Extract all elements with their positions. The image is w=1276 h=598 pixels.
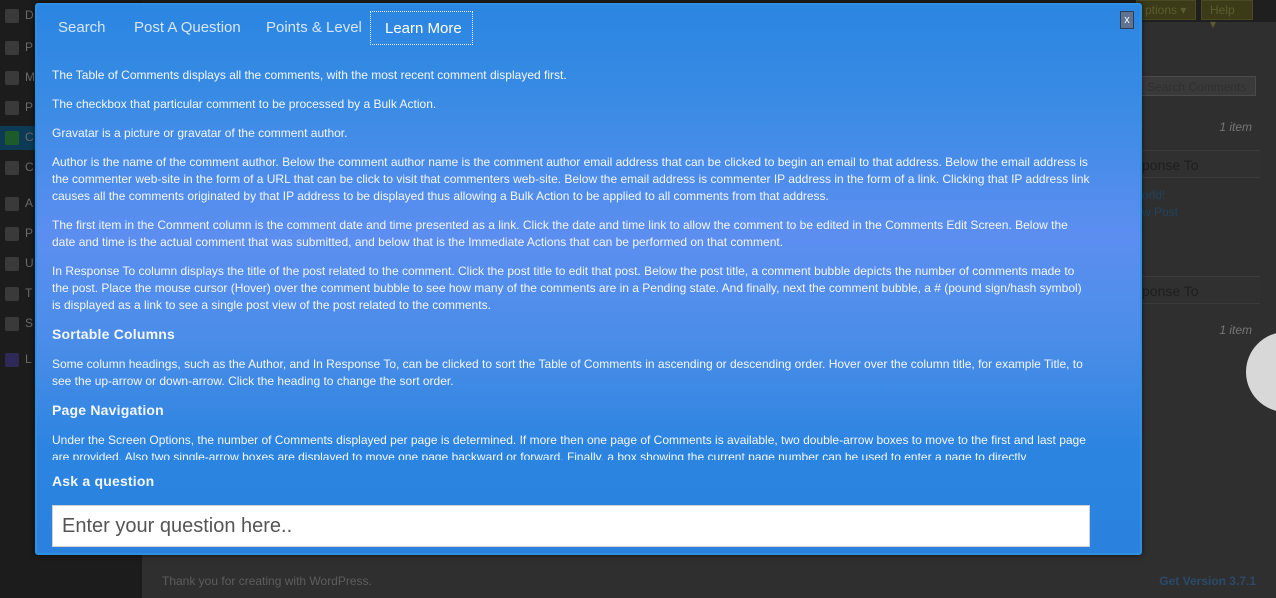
media-icon <box>5 71 19 85</box>
learn-more-content: The Table of Comments displays all the c… <box>52 67 1092 460</box>
ask-question-title: Ask a question <box>52 473 155 489</box>
footer-version-link[interactable]: Get Version 3.7.1 <box>1159 574 1256 588</box>
help-button[interactable]: Help ▾ <box>1201 0 1253 31</box>
column-header-response-to[interactable]: ponse To <box>1140 150 1260 178</box>
screen-options-label: ptions <box>1145 3 1178 17</box>
tab-learn-more[interactable]: Learn More <box>370 11 473 45</box>
sidebar-item-label: P <box>25 100 34 114</box>
help-modal: Search Post A Question Points & Level Le… <box>35 3 1142 555</box>
question-input[interactable] <box>52 505 1090 547</box>
help-paragraph: Author is the name of the comment author… <box>52 155 1090 203</box>
item-count-bottom: 1 item <box>1219 323 1252 337</box>
help-label: Help <box>1210 3 1235 17</box>
comment-box-icon <box>5 161 19 175</box>
dashboard-icon <box>5 9 19 23</box>
page-navigation-text: Under the Screen Options, the number of … <box>52 433 1086 460</box>
appearance-icon <box>5 197 19 211</box>
settings-icon <box>5 317 19 331</box>
sidebar-item-label: L <box>25 352 32 366</box>
screen-options-button[interactable]: ptions ▾ <box>1136 0 1196 20</box>
close-button[interactable]: x <box>1120 11 1134 29</box>
help-paragraph: In Response To column displays the title… <box>52 264 1082 312</box>
sidebar-item-label: C <box>25 160 34 174</box>
tab-points-level[interactable]: Points & Level <box>266 11 362 45</box>
sidebar-item-label: T <box>25 286 33 300</box>
pin-icon <box>5 41 19 55</box>
sidebar-item-label: U <box>25 256 34 270</box>
sidebar-item-label: M <box>25 70 35 84</box>
tab-search[interactable]: Search <box>58 11 106 45</box>
post-title-link[interactable]: orld! <box>1142 188 1165 202</box>
item-count: 1 item <box>1219 120 1252 134</box>
sidebar-item-label: S <box>25 316 34 330</box>
tools-icon <box>5 287 19 301</box>
pages-icon <box>5 101 19 115</box>
search-comments-button[interactable]: Search Comments <box>1140 76 1256 96</box>
plugin-icon <box>5 227 19 241</box>
sidebar-item-label: D <box>25 8 34 22</box>
help-paragraph: The Table of Comments displays all the c… <box>52 68 567 82</box>
users-icon <box>5 257 19 271</box>
page-navigation-heading: Page Navigation <box>52 402 164 418</box>
column-footer-response-to[interactable]: ponse To <box>1140 276 1260 304</box>
help-paragraph: The first item in the Comment column is … <box>52 218 1068 249</box>
tab-post-a-question[interactable]: Post A Question <box>134 11 241 45</box>
help-paragraph: Gravatar is a picture or gravatar of the… <box>52 126 348 140</box>
sortable-columns-text: Some column headings, such as the Author… <box>52 357 1083 388</box>
comment-icon <box>5 131 19 145</box>
sidebar-item-label: A <box>25 196 34 210</box>
help-paragraph: The checkbox that particular comment to … <box>52 97 437 111</box>
sidebar-item-label: P <box>25 226 34 240</box>
sidebar-item-label: C <box>25 130 34 144</box>
plugin-logo-icon <box>5 353 19 367</box>
sortable-columns-heading: Sortable Columns <box>52 326 175 342</box>
footer-thanks: Thank you for creating with WordPress. <box>162 574 372 588</box>
sidebar-item-label: P <box>25 40 34 54</box>
view-post-link[interactable]: w Post <box>1142 205 1178 219</box>
